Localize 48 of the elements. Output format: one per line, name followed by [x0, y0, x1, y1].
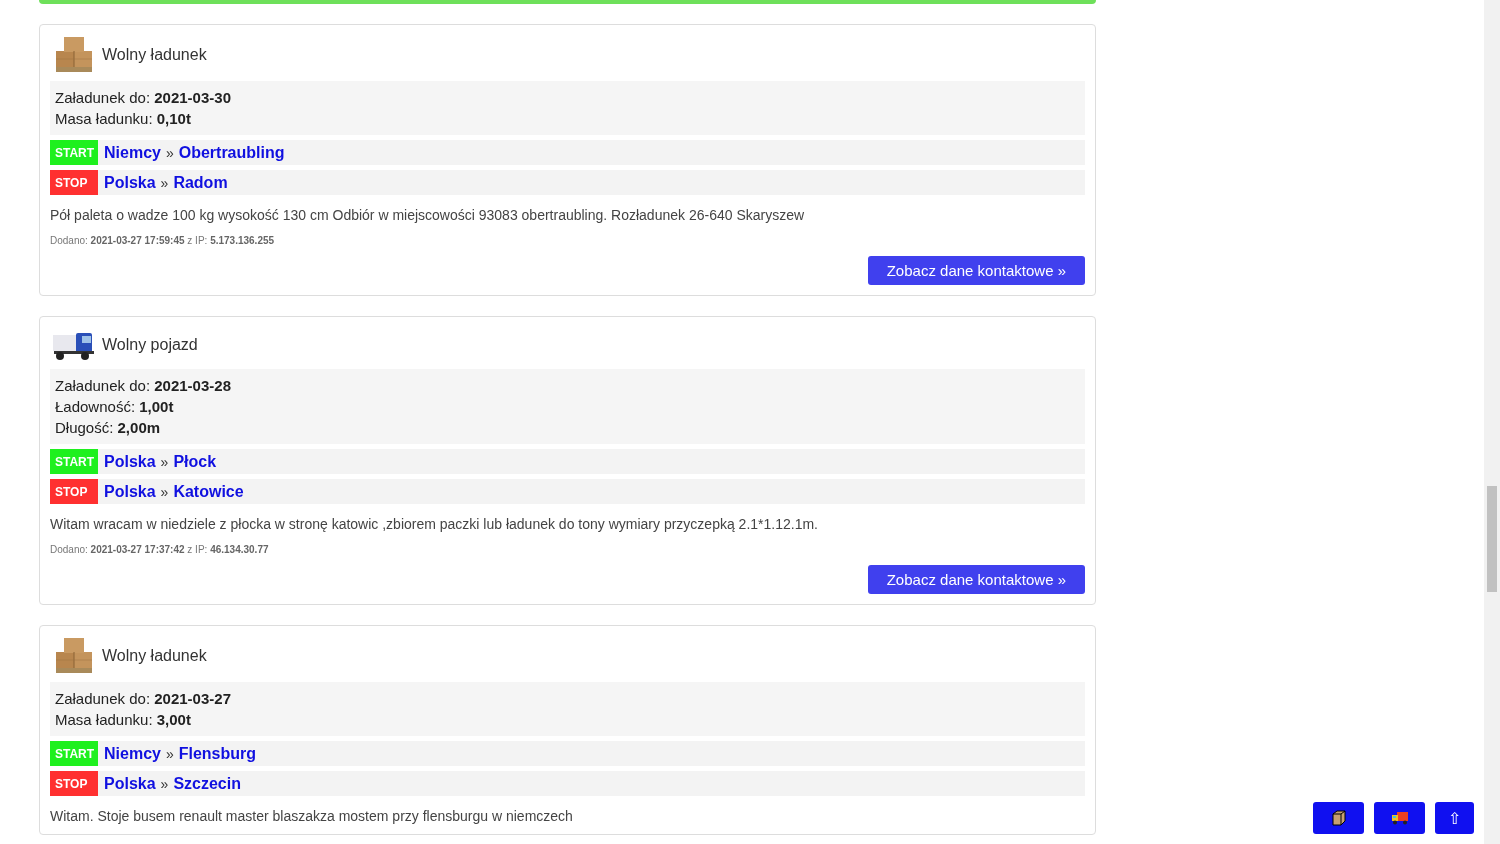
separator: » — [165, 745, 174, 762]
separator: » — [160, 453, 169, 470]
scrollbar-thumb[interactable] — [1487, 486, 1497, 592]
listing-title: Wolny ładunek — [102, 647, 207, 665]
city-link[interactable]: Płock — [173, 452, 217, 471]
start-badge: START — [50, 449, 98, 474]
country-link[interactable]: Polska — [104, 774, 156, 793]
detail-line: Długość: 2,00m — [55, 418, 162, 438]
start-badge: START — [50, 140, 98, 165]
separator: » — [165, 144, 174, 161]
description: Pół paleta o wadze 100 kg wysokość 130 cm Odbiór w miejscowości 93083 obertraubling. Rozładunek 26-640 Skaryszew — [50, 207, 806, 223]
stop-badge: STOP — [50, 771, 98, 796]
separator: » — [160, 483, 169, 500]
country-link[interactable]: Polska — [104, 173, 156, 192]
city-link[interactable]: Flensburg — [178, 744, 257, 763]
description: Witam wracam w niedziele z płocka w stronę katowic ,zbiorem paczki lub ładunek do tony wymiary przyczepką 2.1*1.12.1m. — [50, 516, 819, 532]
detail-line: Załadunek do: 2021-03-28 — [55, 376, 232, 396]
country-link[interactable]: Polska — [104, 452, 156, 471]
contact-button[interactable]: Zobacz dane kontaktowe » — [867, 256, 1085, 285]
detail-line: Ładowność: 1,00t — [55, 397, 175, 417]
box-button[interactable] — [1313, 802, 1364, 834]
country-link[interactable]: Niemcy — [104, 744, 161, 763]
city-link[interactable]: Szczecin — [173, 774, 241, 793]
start-badge: START — [50, 741, 98, 766]
added-info: Dodano: 2021-03-27 17:37:42 z IP: 46.134.30.77 — [50, 544, 270, 555]
description: Witam. Stoje busem renault master blaszakza mostem przy flensburgu w niemczech — [50, 808, 574, 824]
listing-title: Wolny ładunek — [102, 46, 207, 64]
added-info: Dodano: 2021-03-27 17:59:45 z IP: 5.173.136.255 — [50, 235, 276, 246]
separator: » — [160, 775, 169, 792]
box-icon — [1330, 810, 1347, 826]
truck-button[interactable] — [1374, 802, 1425, 834]
city-link[interactable]: Radom — [173, 173, 228, 192]
separator: » — [160, 174, 169, 191]
city-link[interactable]: Obertraubling — [178, 143, 285, 162]
scroll-top-button[interactable]: ⇧ — [1435, 802, 1474, 834]
detail-line: Załadunek do: 2021-03-27 — [55, 689, 232, 709]
detail-line: Masa ładunku: 3,00t — [55, 710, 192, 730]
scrollbar[interactable] — [1484, 0, 1500, 844]
detail-line: Załadunek do: 2021-03-30 — [55, 88, 232, 108]
truck-icon — [1390, 811, 1409, 825]
country-link[interactable]: Niemcy — [104, 143, 161, 162]
stop-badge: STOP — [50, 479, 98, 504]
stop-badge: STOP — [50, 170, 98, 195]
contact-button[interactable]: Zobacz dane kontaktowe » — [867, 565, 1085, 594]
city-link[interactable]: Katowice — [173, 482, 244, 501]
detail-line: Masa ładunku: 0,10t — [55, 109, 192, 129]
listing-title: Wolny pojazd — [102, 336, 198, 354]
country-link[interactable]: Polska — [104, 482, 156, 501]
